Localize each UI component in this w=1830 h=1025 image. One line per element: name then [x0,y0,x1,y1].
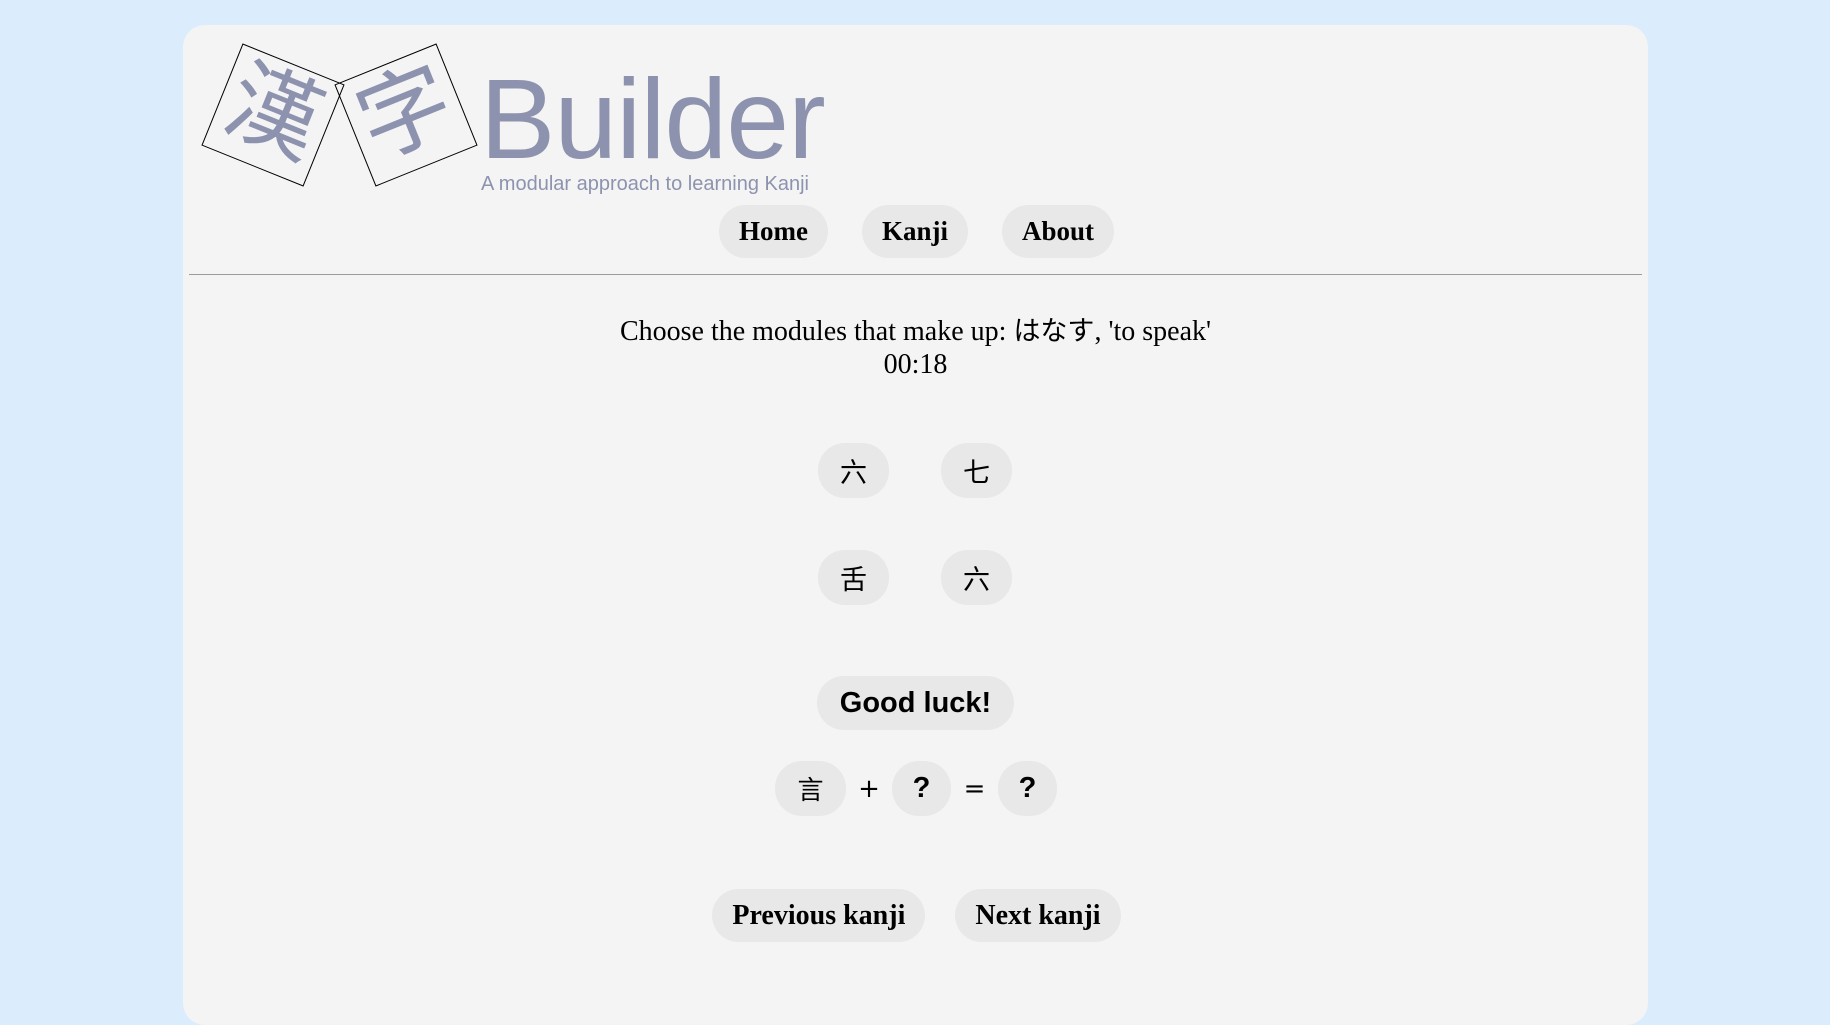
header-divider [189,274,1642,275]
unknown-module-slot[interactable]: ? [892,761,951,816]
nav-kanji-button[interactable]: Kanji [861,205,968,258]
status-message: Good luck! [817,676,1014,730]
kanji-equation: 言 + ? = ? [775,761,1057,816]
nav-about-button[interactable]: About [1001,205,1115,258]
site-title: Builder [480,56,826,182]
logo-kanji-tile-1: 漢 [201,43,345,187]
next-kanji-button[interactable]: Next kanji [955,889,1121,942]
nav-home-button[interactable]: Home [718,205,828,258]
logo-kanji-tile-2: 字 [334,43,478,187]
prompt-meaning: , 'to speak' [1094,316,1212,347]
module-option[interactable]: 舌 [818,550,889,605]
equals-sign: = [963,773,986,804]
site-subtitle: A modular approach to learning Kanji [481,173,809,195]
main-nav: Home Kanji About [183,205,1648,258]
prompt-reading: はなす [1013,316,1095,347]
module-options: 六 七 舌 六 [818,443,1014,605]
quiz-timer: 00:18 [883,349,948,380]
module-option[interactable]: 六 [941,550,1012,605]
logo-kanji-char: 漢 [211,45,337,180]
logo-kanji-char: 字 [342,45,468,180]
previous-kanji-button[interactable]: Previous kanji [712,889,926,942]
result-kanji-slot: ? [998,761,1057,816]
main-card: 漢 字 Builder A modular approach to learni… [183,25,1648,1025]
module-option[interactable]: 六 [818,443,889,498]
module-option[interactable]: 七 [941,443,1012,498]
kanji-pager: Previous kanji Next kanji [183,889,1648,942]
prompt-prefix: Choose the modules that make up: [619,316,1014,347]
quiz-prompt: Choose the modules that make up: はなす, 't… [183,309,1648,348]
plus-sign: + [858,773,880,804]
known-module-slot: 言 [775,761,846,816]
